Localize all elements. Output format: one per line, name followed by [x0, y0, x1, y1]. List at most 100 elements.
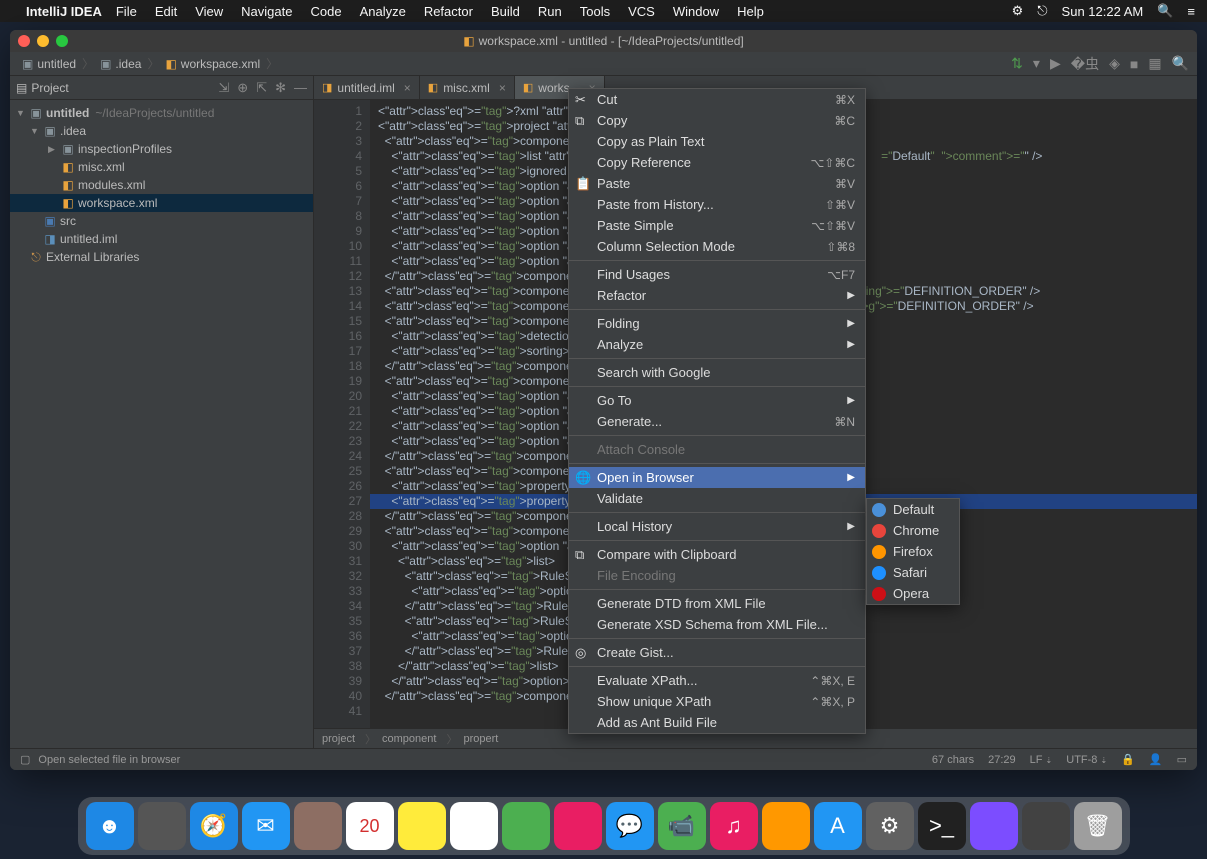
hector-icon[interactable]: ▭	[1177, 753, 1187, 766]
hide-icon[interactable]: —	[294, 80, 307, 96]
menu-run[interactable]: Run	[538, 4, 562, 19]
browser-default[interactable]: Default	[867, 499, 959, 520]
breadcrumb-file[interactable]: ◧workspace.xml	[161, 57, 264, 71]
dock-mail[interactable]: ✉	[242, 802, 290, 850]
browser-chrome[interactable]: Chrome	[867, 520, 959, 541]
browser-safari[interactable]: Safari	[867, 562, 959, 583]
breadcrumb-item[interactable]: component	[382, 733, 436, 745]
menu-tools[interactable]: Tools	[580, 4, 610, 19]
coverage-icon[interactable]: ◈	[1109, 55, 1120, 72]
dock-contacts[interactable]	[294, 802, 342, 850]
tree-modules-xml[interactable]: ◧modules.xml	[10, 176, 313, 194]
ctx-show-unique-xpath[interactable]: Show unique XPath⌃⌘X, P	[569, 691, 865, 712]
ctx-compare-with-clipboard[interactable]: ⧉Compare with Clipboard	[569, 544, 865, 565]
browser-opera[interactable]: Opera	[867, 583, 959, 604]
dock-maps[interactable]	[502, 802, 550, 850]
status-pos[interactable]: 27:29	[988, 754, 1016, 766]
ctx-paste[interactable]: 📋Paste⌘V	[569, 173, 865, 194]
dock-reminders[interactable]	[450, 802, 498, 850]
breadcrumb-item[interactable]: project	[322, 733, 355, 745]
tree-inspection-profiles[interactable]: ▶▣inspectionProfiles	[10, 140, 313, 158]
build-icon[interactable]: ⇅	[1011, 55, 1023, 72]
ctx-add-as-ant-build-file[interactable]: Add as Ant Build File	[569, 712, 865, 733]
menu-extras-icon[interactable]: ≡	[1187, 4, 1195, 19]
dock-appstore[interactable]: A	[814, 802, 862, 850]
search-icon[interactable]: 🔍	[1172, 55, 1189, 72]
ctx-column-selection-mode[interactable]: Column Selection Mode⇧⌘8	[569, 236, 865, 257]
dock-messages[interactable]: 💬	[606, 802, 654, 850]
tab-untitled-iml[interactable]: ◨untitled.iml×	[314, 76, 420, 99]
app-name[interactable]: IntelliJ IDEA	[26, 4, 102, 19]
run-icon[interactable]: ▶	[1050, 55, 1061, 72]
ctx-generate-xsd-schema-from-xml-file-[interactable]: Generate XSD Schema from XML File...	[569, 614, 865, 635]
tree-idea-folder[interactable]: ▼▣.idea	[10, 122, 313, 140]
ctx-analyze[interactable]: Analyze▶	[569, 334, 865, 355]
expand-icon[interactable]: ⇱	[256, 80, 267, 96]
ctx-generate-dtd-from-xml-file[interactable]: Generate DTD from XML File	[569, 593, 865, 614]
ctx-paste-simple[interactable]: Paste Simple⌥⇧⌘V	[569, 215, 865, 236]
ctx-cut[interactable]: ✂Cut⌘X	[569, 89, 865, 110]
tab-misc-xml[interactable]: ◧misc.xml×	[420, 76, 515, 99]
ctx-local-history[interactable]: Local History▶	[569, 516, 865, 537]
dock-launchpad[interactable]	[138, 802, 186, 850]
menu-edit[interactable]: Edit	[155, 4, 177, 19]
gear-icon[interactable]: ✻	[275, 80, 286, 96]
dock-trash[interactable]: 🗑	[1074, 802, 1122, 850]
ctx-validate[interactable]: Validate	[569, 488, 865, 509]
dropdown-icon[interactable]: ▾	[1033, 55, 1040, 72]
status-encoding[interactable]: UTF-8 ⇣	[1066, 754, 1107, 766]
tree-root[interactable]: ▼▣untitled~/IdeaProjects/untitled	[10, 104, 313, 122]
target-icon[interactable]: ⊕	[237, 80, 248, 96]
dock-notes[interactable]	[398, 802, 446, 850]
ctx-copy-reference[interactable]: Copy Reference⌥⇧⌘C	[569, 152, 865, 173]
ctx-copy-as-plain-text[interactable]: Copy as Plain Text	[569, 131, 865, 152]
inspector-icon[interactable]: 👤	[1149, 753, 1163, 766]
dock-safari[interactable]: 🧭	[190, 802, 238, 850]
menu-build[interactable]: Build	[491, 4, 520, 19]
debug-icon[interactable]: �虫	[1071, 54, 1099, 74]
dock-photos[interactable]	[554, 802, 602, 850]
ctx-open-in-browser[interactable]: 🌐Open in Browser▶	[569, 467, 865, 488]
lock-icon[interactable]: 🔒	[1121, 753, 1135, 766]
stop-icon[interactable]: ■	[1130, 56, 1138, 72]
menu-analyze[interactable]: Analyze	[360, 4, 406, 19]
menu-window[interactable]: Window	[673, 4, 719, 19]
ctx-refactor[interactable]: Refactor▶	[569, 285, 865, 306]
dock-ibooks[interactable]	[762, 802, 810, 850]
menu-code[interactable]: Code	[310, 4, 341, 19]
status-lf[interactable]: LF ⇣	[1030, 754, 1053, 766]
breadcrumb-idea[interactable]: ▣.idea	[96, 57, 145, 71]
ctx-search-with-google[interactable]: Search with Google	[569, 362, 865, 383]
breadcrumb-item[interactable]: propert	[463, 733, 498, 745]
menu-navigate[interactable]: Navigate	[241, 4, 292, 19]
tree-external-libraries[interactable]: ⎋External Libraries	[10, 248, 313, 266]
wifi-icon[interactable]: ⚙	[1012, 3, 1024, 19]
close-icon[interactable]: ×	[404, 81, 411, 95]
breadcrumb-root[interactable]: ▣untitled	[18, 57, 80, 71]
dock-facetime[interactable]: 📹	[658, 802, 706, 850]
dock-itunes[interactable]: ♫	[710, 802, 758, 850]
ctx-evaluate-xpath-[interactable]: Evaluate XPath...⌃⌘X, E	[569, 670, 865, 691]
collapse-icon[interactable]: ⇲	[218, 80, 229, 96]
ctx-copy[interactable]: ⧉Copy⌘C	[569, 110, 865, 131]
ctx-attach-console[interactable]: Attach Console	[569, 439, 865, 460]
menu-view[interactable]: View	[195, 4, 223, 19]
maximize-button[interactable]	[56, 35, 68, 47]
ctx-generate-[interactable]: Generate...⌘N	[569, 411, 865, 432]
dock-misc[interactable]	[1022, 802, 1070, 850]
minimize-button[interactable]	[37, 35, 49, 47]
clock[interactable]: Sun 12:22 AM	[1062, 4, 1144, 19]
menu-file[interactable]: File	[116, 4, 137, 19]
bluetooth-icon[interactable]: ⎋	[1037, 3, 1047, 19]
close-button[interactable]	[18, 35, 30, 47]
tree-misc-xml[interactable]: ◧misc.xml	[10, 158, 313, 176]
tree-workspace-xml[interactable]: ◧workspace.xml	[10, 194, 313, 212]
line-gutter[interactable]: 1234567891011121314151617181920212223242…	[314, 100, 370, 728]
dock-intellij[interactable]	[970, 802, 1018, 850]
dock-calendar[interactable]: 20	[346, 802, 394, 850]
menu-vcs[interactable]: VCS	[628, 4, 655, 19]
spotlight-icon[interactable]: 🔍	[1157, 3, 1173, 19]
browser-firefox[interactable]: Firefox	[867, 541, 959, 562]
menu-help[interactable]: Help	[737, 4, 764, 19]
close-icon[interactable]: ×	[499, 81, 506, 95]
